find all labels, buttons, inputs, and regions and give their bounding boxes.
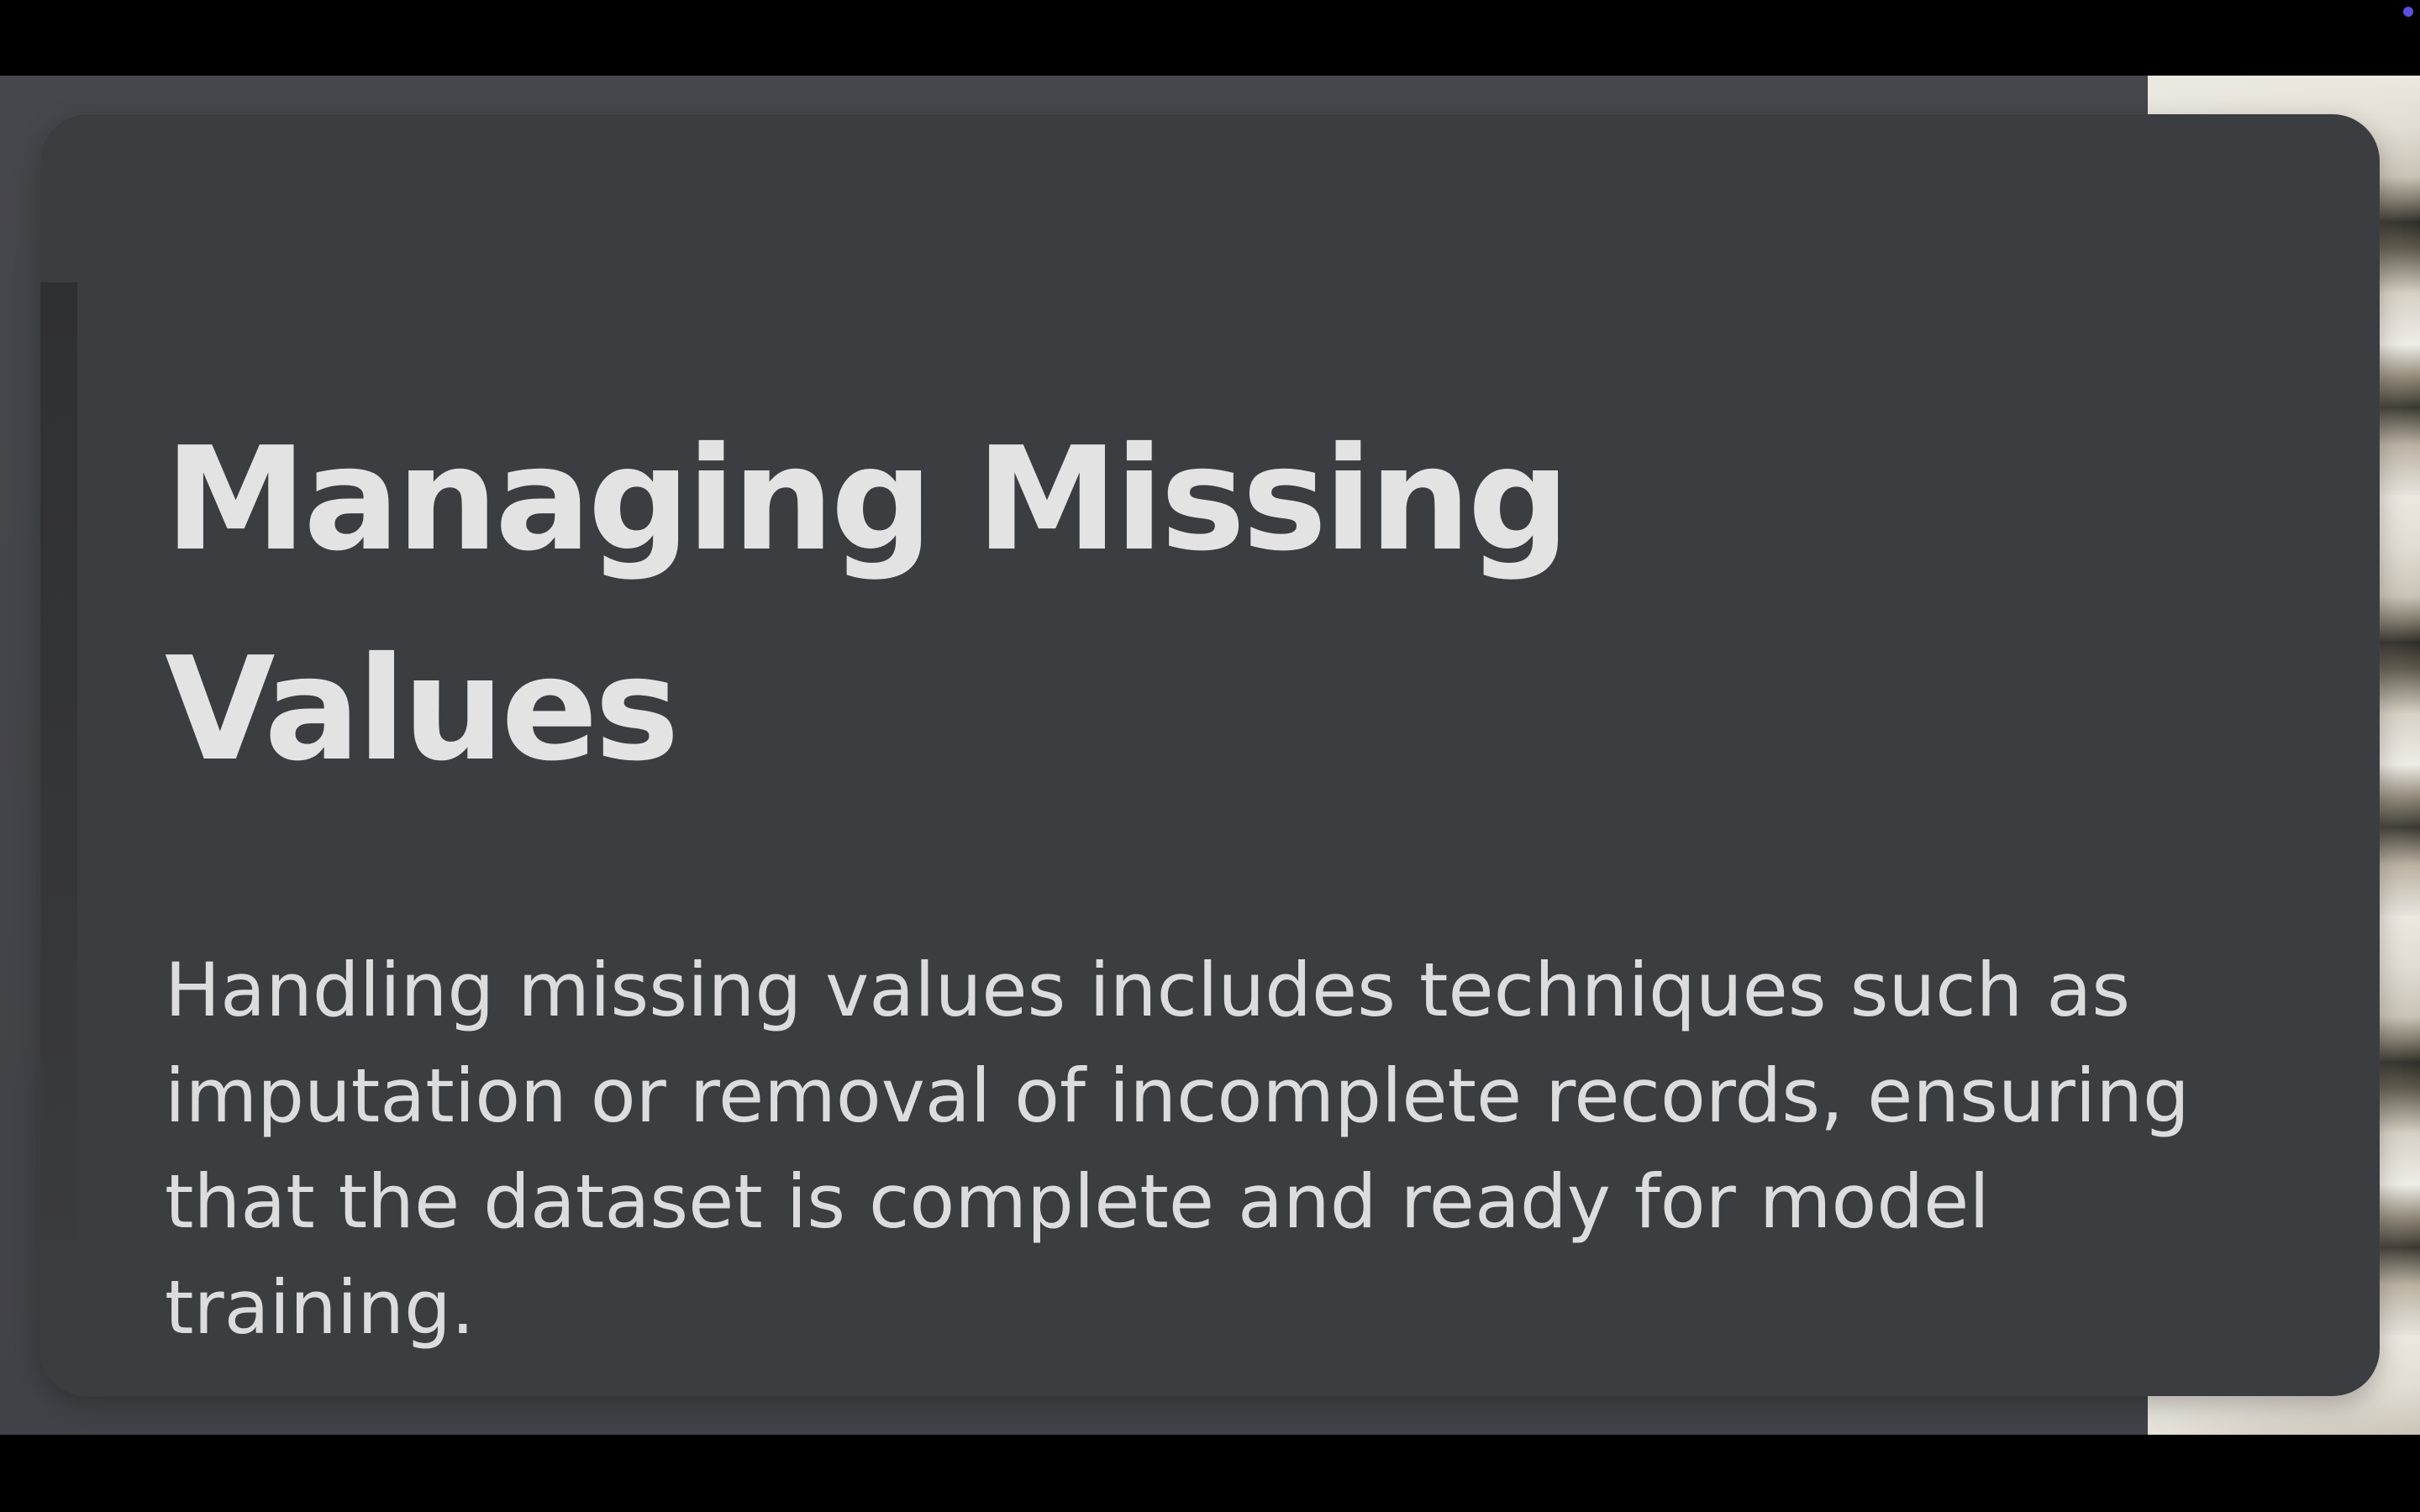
- slide-body-text: Handling missing values includes techniq…: [165, 947, 2190, 1351]
- top-letterbox: [0, 0, 2420, 76]
- status-indicator-dot: [2403, 7, 2413, 17]
- slide-title: Managing Missing Values: [165, 417, 1570, 793]
- screen: Managing Missing Values Handling missing…: [0, 0, 2420, 1512]
- card-accent-bar: [40, 282, 77, 1240]
- slide-stage: Managing Missing Values Handling missing…: [0, 76, 2420, 1435]
- bottom-letterbox: [0, 1435, 2420, 1512]
